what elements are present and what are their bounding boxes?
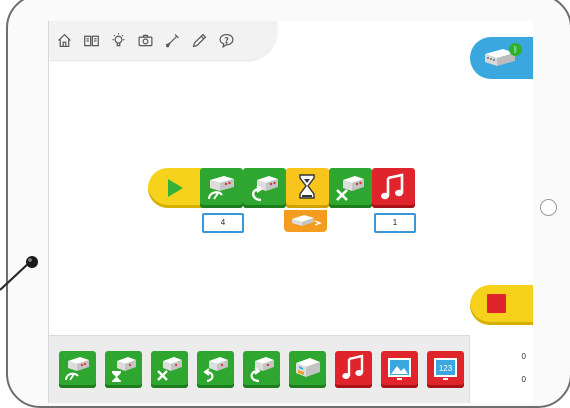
help-icon[interactable] <box>217 30 235 50</box>
palette-play-sound-block[interactable] <box>335 351 372 388</box>
music-note-icon <box>342 354 364 379</box>
dropper-icon[interactable] <box>163 30 181 50</box>
camera-icon[interactable] <box>136 30 154 50</box>
bluetooth-icon: ᛒ <box>509 43 522 56</box>
home-icon[interactable] <box>55 30 73 50</box>
palette-motor-this-way-block[interactable] <box>197 351 234 388</box>
motor-off-icon <box>157 357 182 381</box>
motor-clockwise-icon <box>250 357 274 383</box>
music-note-icon <box>381 173 404 200</box>
sound-number-value[interactable]: 1 <box>374 213 416 233</box>
display-image-icon <box>388 358 411 380</box>
palette-motor-that-way-block[interactable] <box>243 351 280 388</box>
stop-icon <box>487 294 506 313</box>
stylus-pointer-icon <box>0 256 38 291</box>
counter-top-value: 0 <box>521 352 526 361</box>
motor-power-value[interactable]: 4 <box>202 213 244 233</box>
motor-direction-icon <box>252 176 278 202</box>
play-sound-block[interactable] <box>372 168 415 208</box>
motion-sensor-input[interactable] <box>284 210 327 232</box>
counter-bottom-value: 0 <box>521 375 526 384</box>
motor-power-icon <box>207 176 234 200</box>
hourglass-icon <box>299 174 315 199</box>
palette-display-number-block[interactable]: 123 <box>427 351 464 388</box>
tablet-home-button[interactable] <box>540 199 557 216</box>
palette-light-block[interactable] <box>289 351 326 388</box>
motor-off-block[interactable] <box>329 168 372 208</box>
start-block[interactable] <box>148 168 202 208</box>
motor-power-icon <box>65 357 89 381</box>
display-number-icon: 123 <box>434 358 457 380</box>
svg-text:123: 123 <box>439 364 453 373</box>
lightbulb-icon[interactable] <box>109 30 127 50</box>
block-palette: 123 <box>49 335 533 403</box>
motor-timer-icon <box>112 357 136 382</box>
motor-direction-block[interactable] <box>243 168 286 208</box>
wait-for-block[interactable] <box>286 168 329 208</box>
palette-motor-power-block[interactable] <box>59 351 96 388</box>
play-icon <box>168 179 183 197</box>
palette-motor-on-for-block[interactable] <box>105 351 142 388</box>
motion-sensor-icon <box>292 215 322 226</box>
motor-power-block[interactable] <box>200 168 243 208</box>
palette-motor-off-block[interactable] <box>151 351 188 388</box>
motor-counterclockwise-icon <box>203 357 228 383</box>
stop-button[interactable] <box>470 285 533 325</box>
counter-panel: 0 0 <box>469 335 533 403</box>
top-toolbar <box>49 21 277 60</box>
hub-light-icon <box>296 358 320 377</box>
book-icon[interactable] <box>82 30 100 50</box>
motor-off-icon <box>336 176 364 201</box>
palette-display-background-block[interactable] <box>381 351 418 388</box>
hub-connection-button[interactable]: ᛒ <box>470 37 533 79</box>
program-sequence: 4 1 <box>148 168 468 250</box>
app-screen: ᛒ 4 1 123 0 0 <box>48 21 533 403</box>
pencil-icon[interactable] <box>190 30 208 50</box>
